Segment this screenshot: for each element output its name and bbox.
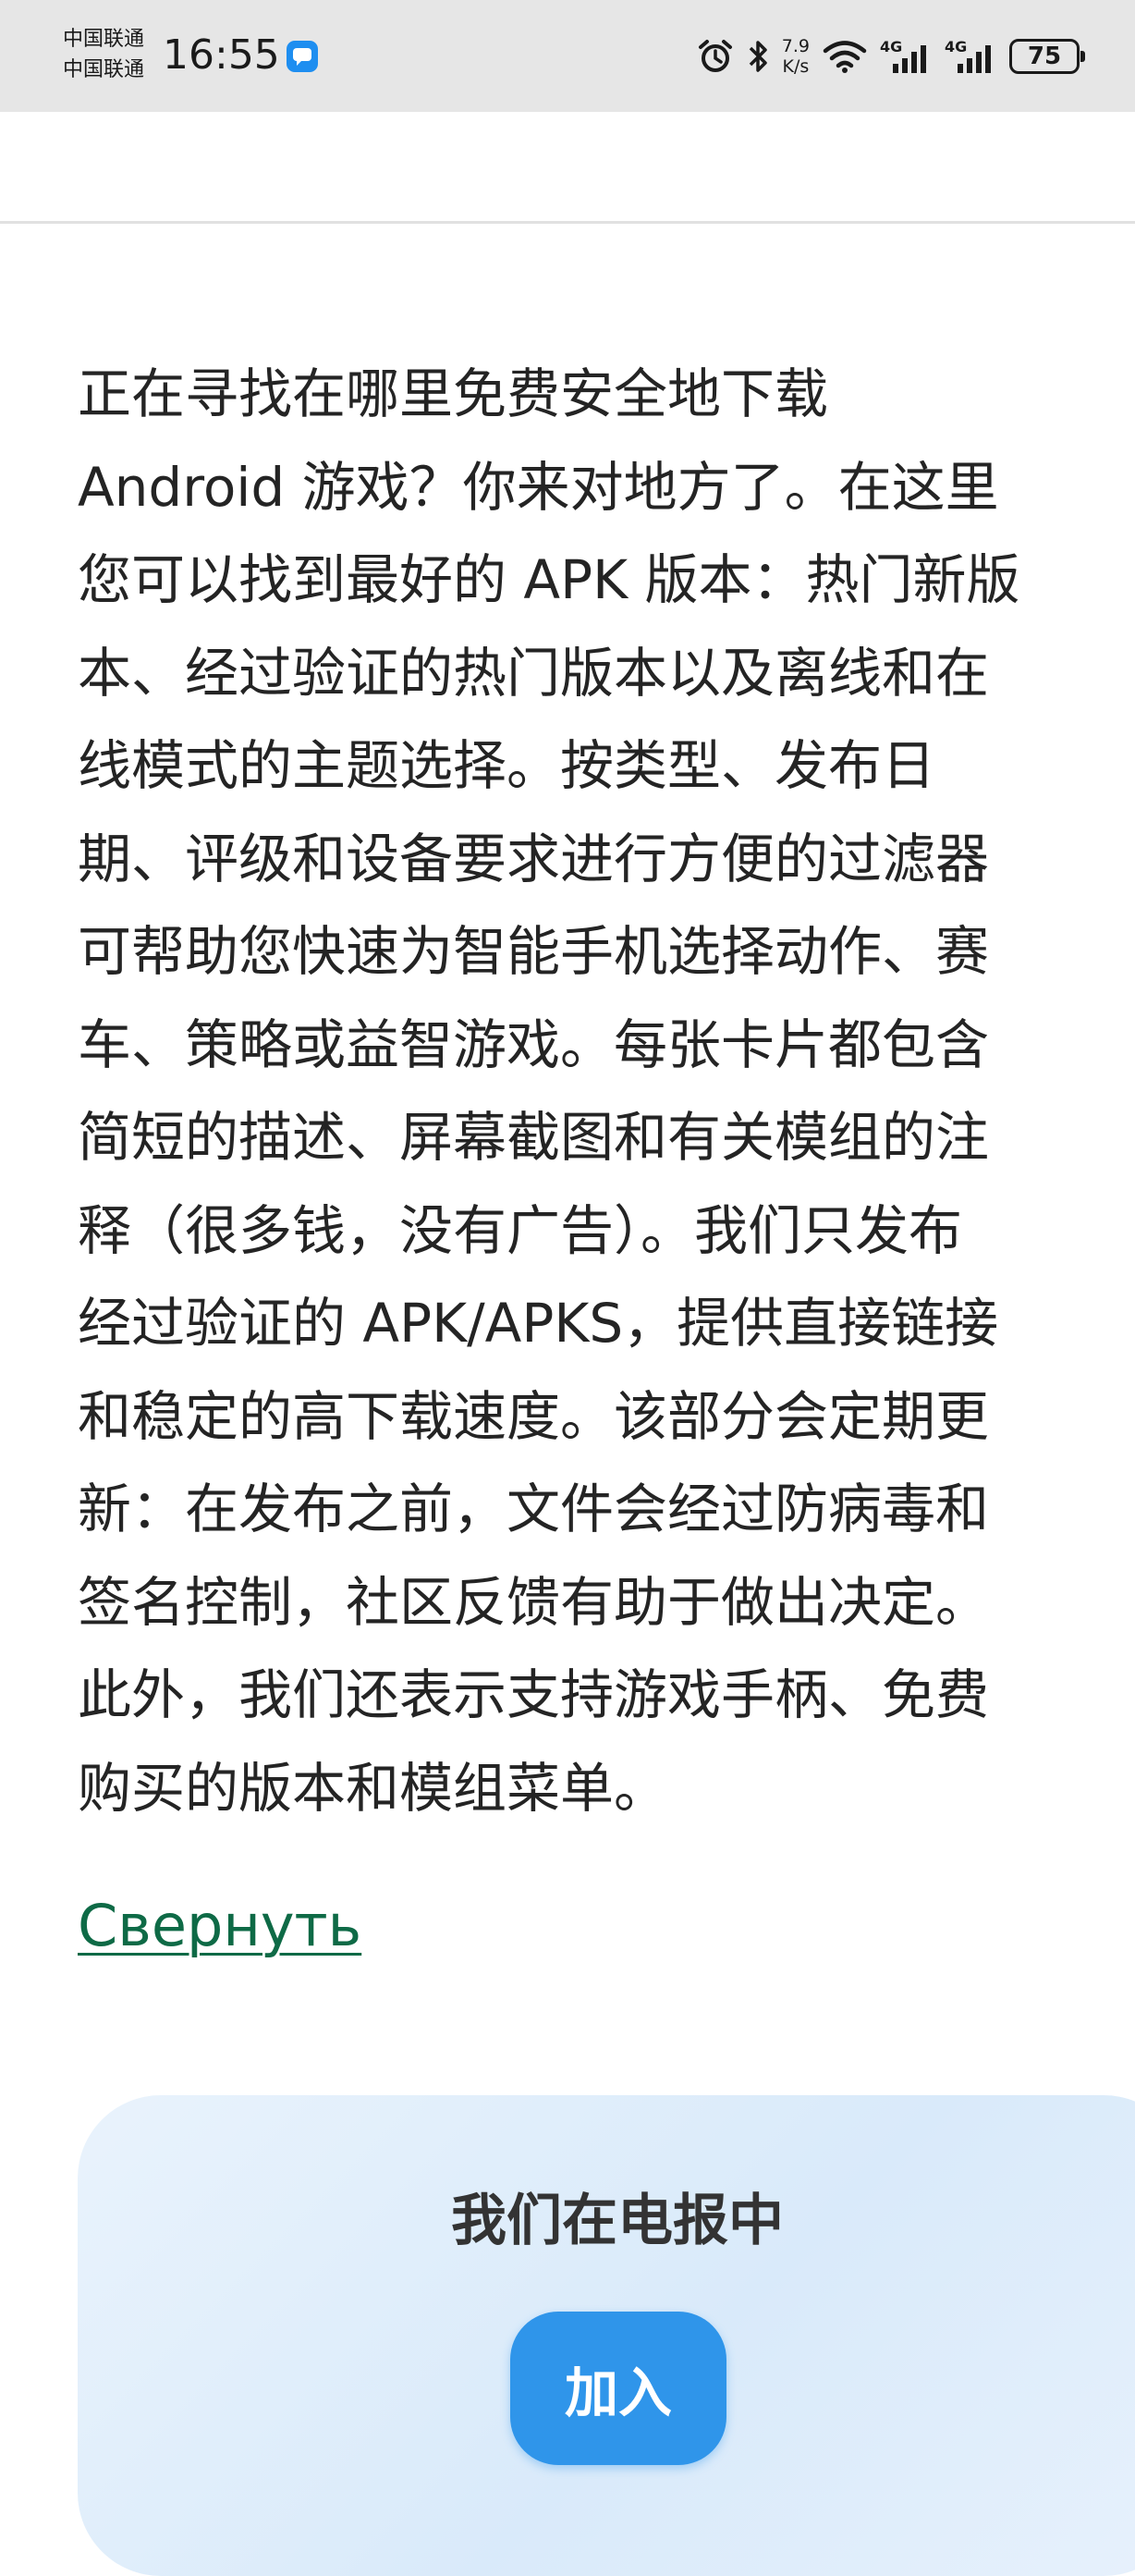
battery-icon: 75	[1009, 39, 1085, 74]
description-line: 期、评级和设备要求进行方便的过滤器	[78, 827, 990, 890]
message-icon	[287, 41, 318, 72]
carrier-2: 中国联通	[63, 58, 145, 81]
description-line: 此外，我们还表示支持游戏手柄、免费	[78, 1663, 990, 1726]
network-speed-unit: K/s	[782, 56, 810, 77]
wifi-icon	[823, 41, 867, 73]
status-time: 16:55	[163, 31, 280, 79]
description-line: 可帮助您快速为智能手机选择动作、赛	[78, 920, 990, 983]
alarm-icon	[698, 40, 732, 72]
description-line: 购买的版本和模组菜单。	[78, 1756, 668, 1820]
description-text: 正在寻找在哪里免费安全地下载 Android 游戏？你来对地方了。在这里 您可以…	[78, 348, 1135, 1834]
description-line: 本、经过验证的热门版本以及离线和在	[78, 641, 990, 705]
carrier-names: 中国联通 中国联通	[63, 24, 144, 85]
status-icons: 7.9 K/s 4G 4G 75	[697, 31, 1085, 81]
description-line: 正在寻找在哪里免费安全地下载	[78, 362, 829, 425]
description-line: 车、策略或益智游戏。每张卡片都包含	[78, 1012, 990, 1076]
carrier-1: 中国联通	[63, 28, 145, 51]
description-line: Android 游戏？你来对地方了。在这里	[78, 455, 999, 519]
signal-icon-2: 4G	[945, 38, 996, 75]
description-line: 释（很多钱，没有广告）。我们只发布	[78, 1198, 963, 1262]
join-telegram-button[interactable]: 加入	[510, 2312, 726, 2465]
network-speed: 7.9 K/s	[782, 36, 810, 77]
battery-level: 75	[1027, 43, 1062, 70]
description-line: 签名控制，社区反馈有助于做出决定。	[78, 1570, 990, 1634]
bluetooth-icon	[749, 41, 767, 72]
description-line: 线模式的主题选择。按类型、发布日	[78, 734, 936, 797]
join-button-label: 加入	[564, 2361, 672, 2424]
network-speed-value: 7.9	[781, 36, 810, 56]
description-line: 新：在发布之前，文件会经过防病毒和	[78, 1478, 990, 1540]
collapse-link[interactable]: Свернуть	[78, 1886, 361, 1966]
description-line: 您可以找到最好的 APK 版本：热门新版	[78, 548, 1020, 611]
description-line: 和稳定的高下载速度。该部分会定期更	[78, 1384, 990, 1448]
telegram-card-title: 我们在电报中	[451, 2189, 784, 2253]
status-bar: 中国联通 中国联通 16:55 7.9 K/s 4G 4G 75	[0, 0, 1135, 112]
description-line: 简短的描述、屏幕截图和有关模组的注	[78, 1106, 990, 1169]
signal-icon: 4G	[880, 38, 932, 75]
page-header	[0, 112, 1135, 224]
description-line: 经过验证的 APK/APKS，提供直接链接	[78, 1292, 999, 1355]
